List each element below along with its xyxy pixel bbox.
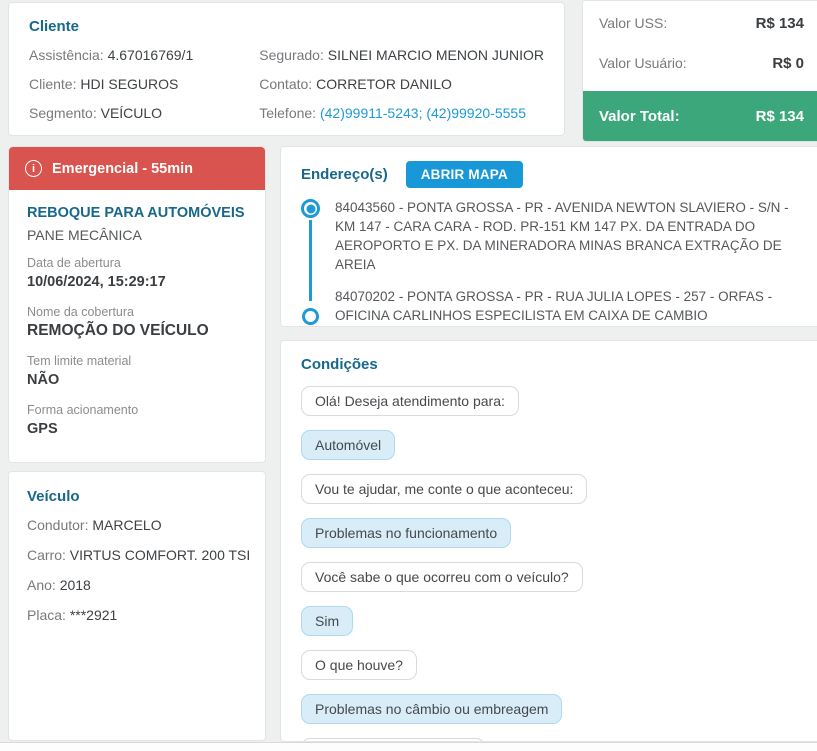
address-timeline: 84043560 - PONTA GROSSA - PR - AVENIDA N… bbox=[301, 198, 817, 325]
value-usuario: R$ 0 bbox=[772, 54, 804, 72]
value-total: R$ 134 bbox=[755, 107, 804, 125]
addresses-card: Endereço(s) ABRIR MAPA 84043560 - PONTA … bbox=[280, 146, 817, 327]
vehicle-card: Veículo Condutor: MARCELO Carro: VIRTUS … bbox=[8, 471, 266, 741]
value-uss: R$ 134 bbox=[755, 14, 804, 32]
conditions-card-title: Condições bbox=[301, 356, 378, 373]
addresses-card-title: Endereço(s) bbox=[301, 166, 388, 183]
field-telefone: Telefone: (42)99911-5243; (42)99920-5555 bbox=[259, 105, 526, 121]
assistance-dashboard: Cliente Assistência: 4.67016769/1 Client… bbox=[0, 0, 817, 751]
field-segmento: Segmento: VEÍCULO bbox=[29, 105, 163, 121]
field-segurado: Segurado: SILNEI MARCIO MENON JUNIOR bbox=[259, 47, 544, 63]
field-assistencia: Assistência: 4.67016769/1 bbox=[29, 47, 194, 63]
bottom-panel-edge bbox=[0, 742, 817, 751]
chat-bubble-answer: Automóvel bbox=[301, 430, 396, 460]
chat-bubble-question: Olá! Deseja atendimento para: bbox=[301, 386, 519, 416]
client-card: Cliente Assistência: 4.67016769/1 Client… bbox=[8, 2, 565, 136]
value-row-usuario: Valor Usuário: R$ 0 bbox=[599, 54, 804, 72]
chat-bubble-question: O que houve? bbox=[301, 650, 417, 680]
service-detail: PANE MECÂNICA bbox=[27, 227, 142, 243]
value-row-total: Valor Total: R$ 134 bbox=[583, 91, 817, 141]
field-cliente: Cliente: HDI SEGUROS bbox=[29, 76, 179, 92]
field-ano: Ano: 2018 bbox=[27, 577, 91, 593]
chat-bubble-answer: Sim bbox=[301, 606, 354, 636]
origin-point-icon bbox=[301, 199, 320, 218]
client-fields: Assistência: 4.67016769/1 Cliente: HDI S… bbox=[29, 46, 544, 133]
destination-point-icon bbox=[302, 308, 319, 325]
destination-address: 84070202 - PONTA GROSSA - PR - RUA JULIA… bbox=[335, 289, 773, 323]
emergency-banner-label: Emergencial - 55min bbox=[52, 160, 194, 177]
open-map-button[interactable]: ABRIR MAPA bbox=[405, 161, 523, 188]
field-data-abertura: Data de abertura 10/06/2024, 15:29:17 bbox=[27, 256, 166, 290]
field-condutor: Condutor: MARCELO bbox=[27, 517, 162, 533]
client-card-title: Cliente bbox=[29, 18, 80, 35]
info-icon: i bbox=[25, 160, 42, 177]
address-item-origin: 84043560 - PONTA GROSSA - PR - AVENIDA N… bbox=[301, 198, 817, 274]
chat-bubble-answer: Problemas no funcionamento bbox=[301, 518, 512, 548]
field-forma-acionamento: Forma acionamento GPS bbox=[27, 403, 139, 437]
field-carro: Carro: VIRTUS COMFORT. 200 TSI bbox=[27, 547, 251, 563]
address-item-destination: 84070202 - PONTA GROSSA - PR - RUA JULIA… bbox=[301, 287, 817, 325]
field-contato: Contato: CORRETOR DANILO bbox=[259, 76, 452, 92]
chat-transcript: Olá! Deseja atendimento para: Automóvel … bbox=[301, 386, 817, 741]
service-card: i Emergencial - 55min REBOQUE PARA AUTOM… bbox=[8, 146, 266, 463]
emergency-banner: i Emergencial - 55min bbox=[9, 147, 265, 190]
service-name: REBOQUE PARA AUTOMÓVEIS bbox=[27, 205, 245, 221]
vehicle-card-title: Veículo bbox=[27, 488, 80, 505]
field-placa: Placa: ***2921 bbox=[27, 607, 118, 623]
field-nome-cobertura: Nome da cobertura REMOÇÃO DO VEÍCULO bbox=[27, 305, 209, 339]
value-row-uss: Valor USS: R$ 134 bbox=[599, 14, 804, 32]
origin-address: 84043560 - PONTA GROSSA - PR - AVENIDA N… bbox=[335, 200, 789, 272]
chat-bubble-question: Vou te ajudar, me conte o que aconteceu: bbox=[301, 474, 588, 504]
conditions-card: Condições Olá! Deseja atendimento para: … bbox=[280, 340, 817, 742]
chat-bubble-answer: Problemas no câmbio ou embreagem bbox=[301, 694, 563, 724]
field-limite-material: Tem limite material NÃO bbox=[27, 354, 132, 388]
chat-bubble-question: Você sabe o que ocorreu com o veículo? bbox=[301, 562, 583, 592]
phone-link[interactable]: (42)99911-5243; (42)99920-5555 bbox=[320, 105, 526, 121]
values-card: Valor USS: R$ 134 Valor Usuário: R$ 0 Va… bbox=[582, 0, 817, 142]
